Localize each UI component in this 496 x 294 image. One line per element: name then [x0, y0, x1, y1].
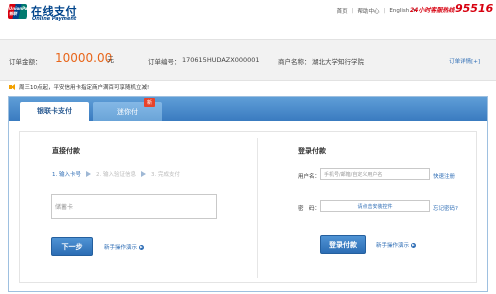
- direct-pay-title: 直接付款: [52, 147, 80, 155]
- register-link[interactable]: 快速注册: [433, 172, 455, 180]
- nav-divider: |: [351, 8, 354, 14]
- password-label: 密 码：: [298, 206, 321, 212]
- guide-link-text: 新手操作演示: [376, 243, 410, 249]
- order-summary-bar: 订单金额： 10000.00 元 订单编号： 170615HUDAZX00000…: [0, 39, 496, 81]
- nav-divider: |: [383, 8, 386, 14]
- play-icon: ▶: [139, 244, 145, 250]
- password-input[interactable]: 请点击安装控件: [320, 200, 430, 212]
- guide-link-text: 新手操作演示: [104, 245, 138, 251]
- order-number-label: 订单编号：: [148, 58, 181, 66]
- order-amount-unit: 元: [107, 56, 114, 64]
- arrow-right-icon: [86, 171, 91, 177]
- forgot-password-link[interactable]: 忘记密码?: [433, 204, 458, 212]
- nav-language-select[interactable]: English: [389, 8, 409, 14]
- unionpay-logo[interactable]: UnionPay 银联: [8, 4, 27, 19]
- arrow-right-icon: [141, 171, 146, 177]
- tab-strip: 银联卡支付 迷你付 新: [9, 97, 487, 121]
- login-pay-button[interactable]: 登录付款: [320, 235, 366, 254]
- order-amount: 10000.00: [55, 51, 113, 65]
- merchant-label: 商户名称：: [278, 58, 311, 66]
- order-detail-link[interactable]: 订单详情[+]: [449, 57, 480, 65]
- play-icon: ▶: [411, 242, 417, 248]
- logo-text: UnionPay 银联: [9, 6, 27, 16]
- brand-subtitle: Online Payment: [32, 16, 77, 22]
- promo-notice: 周三10点起，平安信用卡指定商户满百可享随机立减!: [9, 83, 149, 91]
- promo-text[interactable]: 周三10点起，平安信用卡指定商户满百可享随机立减!: [19, 83, 149, 91]
- tab-unionpay-card[interactable]: 银联卡支付: [20, 102, 89, 121]
- username-input[interactable]: 手机号/邮箱/自定义用户名: [320, 168, 430, 180]
- hotline-number: 95516: [455, 2, 494, 15]
- merchant-name: 湖北大学知行学院: [312, 58, 364, 66]
- column-divider: [257, 138, 258, 278]
- new-badge: 新: [144, 98, 155, 107]
- payment-steps: 1. 输入卡号 2. 输入验证信息 3. 完成支付: [52, 170, 180, 178]
- step-1: 1. 输入卡号: [52, 172, 81, 178]
- header: UnionPay 银联 在线支付 Online Payment 首页 | 帮助中…: [0, 0, 496, 26]
- guide-link-login[interactable]: 新手操作演示 ▶: [376, 241, 417, 249]
- username-label: 用户名：: [298, 174, 321, 180]
- next-button[interactable]: 下一步: [51, 237, 93, 256]
- card-number-input[interactable]: 储蓄卡: [51, 194, 217, 219]
- top-nav: 首页 | 帮助中心 | English ▾: [337, 7, 416, 15]
- order-number: 170615HUDAZX000001: [182, 56, 260, 64]
- nav-home-link[interactable]: 首页: [337, 7, 348, 15]
- hotline-label: 24小时客服热线: [410, 7, 455, 14]
- guide-link-direct[interactable]: 新手操作演示 ▶: [104, 243, 145, 251]
- step-3: 3. 完成支付: [151, 172, 180, 178]
- step-2: 2. 输入验证信息: [96, 172, 136, 178]
- login-pay-title: 登录付款: [298, 147, 326, 155]
- speaker-icon: [9, 84, 16, 90]
- nav-help-link[interactable]: 帮助中心: [357, 7, 379, 15]
- order-amount-label: 订单金额：: [9, 58, 42, 66]
